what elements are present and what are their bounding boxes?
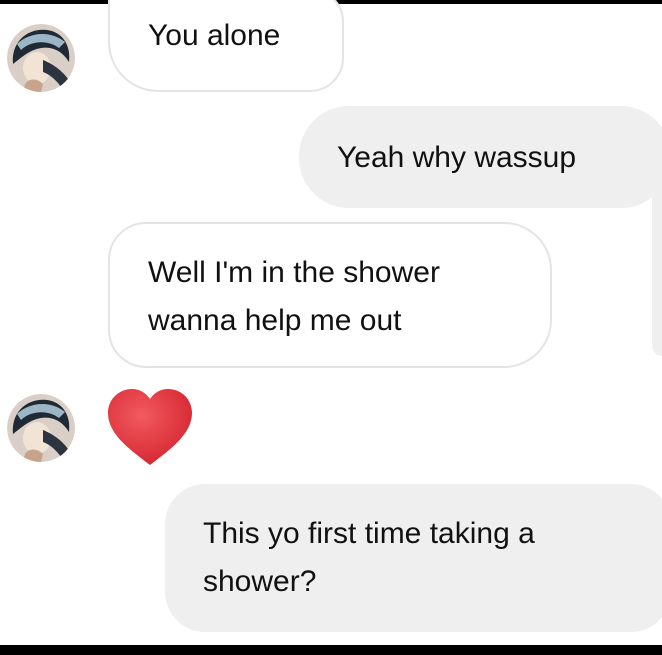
message-text: This yo first time taking a	[203, 517, 535, 550]
contact-avatar[interactable]	[7, 24, 75, 92]
partial-message-bubble	[652, 168, 662, 356]
message-bubble-received[interactable]: Well I'm in the shower wanna help me out	[108, 222, 552, 368]
message-bubble-sent[interactable]: This yo first time taking a shower?	[165, 484, 662, 632]
message-text: shower?	[203, 565, 317, 598]
message-text: Well I'm in the shower	[148, 256, 440, 289]
message-bubble-received[interactable]: You alone	[108, 0, 344, 92]
bottom-edge	[0, 645, 662, 655]
message-text: wanna help me out	[148, 304, 402, 337]
message-bubble-sent[interactable]: Yeah why wassup	[299, 106, 662, 208]
contact-avatar[interactable]	[7, 394, 75, 462]
message-text: Yeah why wassup	[337, 141, 577, 174]
chat-thread: You alone Yeah why wassup Well I'm in th…	[0, 0, 662, 645]
message-text: You alone	[148, 19, 281, 52]
heart-icon[interactable]	[102, 385, 198, 469]
